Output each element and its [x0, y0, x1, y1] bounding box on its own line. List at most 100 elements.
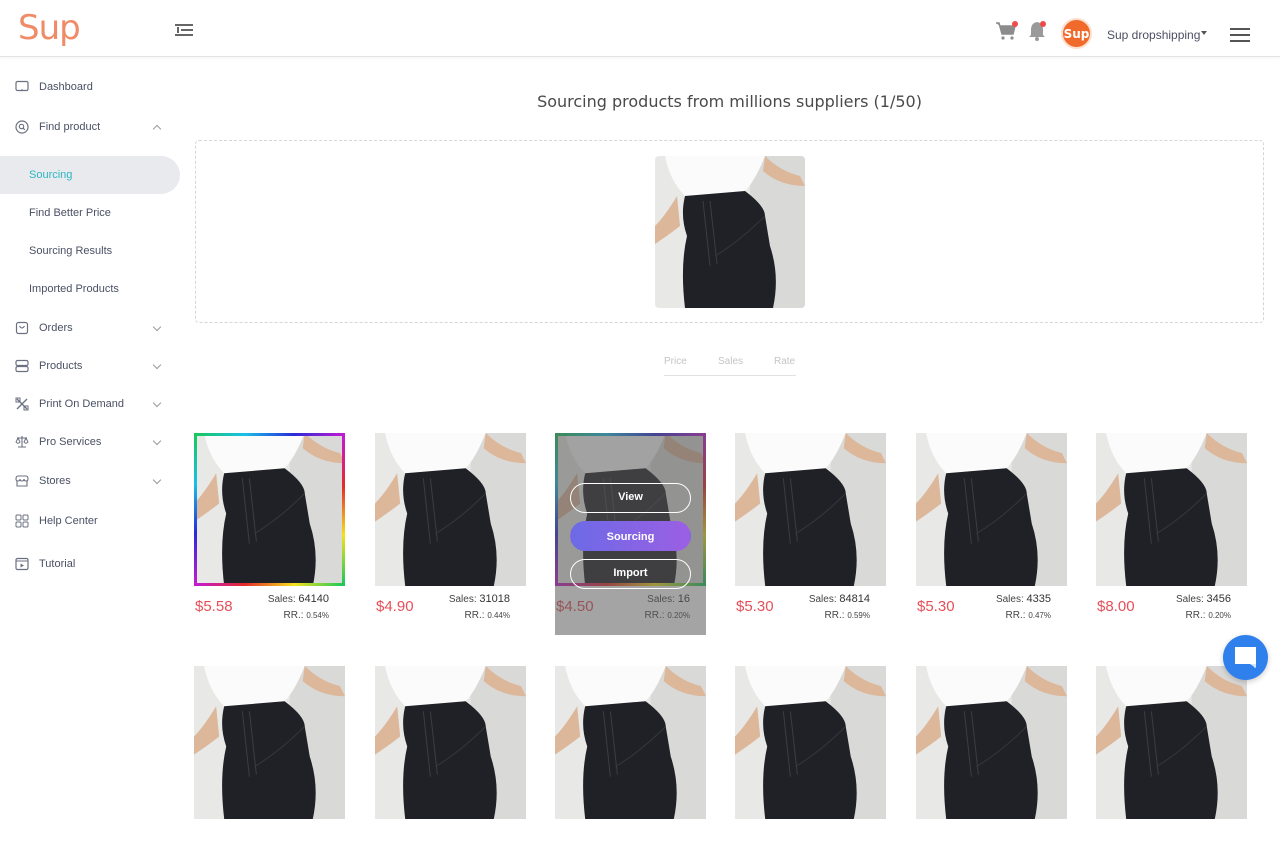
product-card[interactable]: $5.30 Sales: 84814 RR.: 0.59% [735, 433, 886, 635]
product-image[interactable] [375, 666, 526, 819]
chat-icon [1235, 647, 1256, 668]
sidebar-item-find-product[interactable]: Find product [0, 112, 180, 142]
sort-tab-rate[interactable]: Rate [774, 356, 795, 367]
sales-label: Sales: [995, 594, 1024, 605]
sales-label: Sales: [808, 594, 837, 605]
sales-value: 4335 [1026, 593, 1051, 605]
product-card[interactable] [555, 666, 706, 868]
product-image[interactable] [735, 433, 886, 586]
sidebar-item-pro-services[interactable]: Pro Services [0, 427, 180, 457]
cart-notification-dot [1012, 21, 1018, 27]
sales-label: Sales: [267, 594, 296, 605]
product-rr: RR.: 0.47% [1006, 610, 1051, 621]
sidebar: Dashboard Find product Sourcing Find Bet… [0, 58, 180, 720]
sidebar-item-label: Help Center [39, 515, 98, 527]
rr-label: RR.: [824, 610, 845, 621]
tools-icon [15, 397, 29, 411]
chevron-down-icon [152, 322, 162, 332]
grid-icon [15, 514, 29, 528]
product-image[interactable] [194, 666, 345, 819]
caret-down-icon[interactable] [1201, 31, 1207, 35]
sales-label: Sales: [448, 594, 477, 605]
cart-button[interactable] [995, 20, 1018, 42]
product-price: $5.58 [195, 598, 233, 615]
sidebar-subitem-label: Imported Products [29, 283, 119, 295]
sidebar-item-help-center[interactable]: Help Center [0, 506, 180, 536]
rr-label: RR.: [464, 610, 485, 621]
sidebar-item-stores[interactable]: Stores [0, 466, 180, 496]
sidebar-subitem-sourcing-results[interactable]: Sourcing Results [0, 232, 180, 270]
chevron-down-icon [152, 436, 162, 446]
sidebar-subitem-find-better-price[interactable]: Find Better Price [0, 194, 180, 232]
sidebar-item-orders[interactable]: Orders [0, 313, 180, 343]
rr-label: RR.: [1185, 610, 1206, 621]
product-card[interactable] [916, 666, 1067, 868]
chat-button[interactable] [1223, 635, 1268, 680]
rr-value: 0.20% [1208, 611, 1231, 620]
import-button[interactable]: Import [570, 559, 691, 589]
product-card[interactable] [1096, 666, 1247, 868]
uploaded-product-image [655, 156, 805, 308]
sales-value: 31018 [479, 593, 510, 605]
view-button[interactable]: View [570, 483, 691, 513]
sidebar-item-label: Orders [39, 322, 73, 334]
product-card[interactable] [735, 666, 886, 868]
product-sales: Sales: 84814 [809, 593, 870, 605]
product-image[interactable] [375, 433, 526, 586]
product-card[interactable]: $5.58 Sales: 64140 RR.: 0.54% [194, 433, 345, 635]
sales-label: Sales: [1175, 594, 1204, 605]
sidebar-subitem-label: Sourcing Results [29, 245, 113, 257]
store-icon [15, 475, 29, 487]
notifications-button[interactable] [1027, 20, 1049, 42]
sidebar-item-label: Dashboard [39, 81, 93, 93]
sidebar-item-tutorial[interactable]: Tutorial [0, 549, 180, 579]
product-card[interactable]: $4.50 Sales: 16 RR.: 0.20% View Sourcing… [555, 433, 706, 635]
logo[interactable]: Sup [18, 8, 81, 48]
product-image[interactable] [1096, 666, 1247, 819]
sort-tab-sales[interactable]: Sales [718, 356, 743, 367]
sidebar-item-products[interactable]: Products [0, 351, 180, 381]
sidebar-subitem-imported-products[interactable]: Imported Products [0, 270, 180, 308]
rr-value: 0.44% [487, 611, 510, 620]
product-sales: Sales: 4335 [996, 593, 1051, 605]
sidebar-item-label: Pro Services [39, 436, 102, 448]
avatar[interactable]: Sup [1061, 18, 1092, 49]
product-card[interactable] [194, 666, 345, 868]
product-image[interactable] [916, 666, 1067, 819]
product-card[interactable]: $8.00 Sales: 3456 RR.: 0.20% [1096, 433, 1247, 635]
sourcing-button[interactable]: Sourcing [570, 521, 691, 551]
product-card[interactable] [375, 666, 526, 868]
product-image[interactable] [735, 666, 886, 819]
rr-value: 0.47% [1028, 611, 1051, 620]
video-icon [15, 557, 29, 571]
product-price: $8.00 [1097, 598, 1135, 615]
server-icon [15, 359, 29, 373]
collapse-sidebar-button[interactable] [175, 22, 193, 38]
sidebar-item-dashboard[interactable]: Dashboard [0, 72, 180, 102]
sidebar-item-print-on-demand[interactable]: Print On Demand [0, 389, 180, 419]
product-card[interactable]: $4.90 Sales: 31018 RR.: 0.44% [375, 433, 526, 635]
product-rr: RR.: 0.59% [825, 610, 870, 621]
product-image[interactable] [194, 433, 345, 586]
sidebar-subitem-label: Find Better Price [29, 207, 111, 219]
hamburger-menu-button[interactable] [1230, 28, 1250, 42]
product-image[interactable] [555, 666, 706, 819]
page-title: Sourcing products from millions supplier… [537, 92, 922, 111]
product-image[interactable] [1096, 433, 1247, 586]
product-sales: Sales: 3456 [1176, 593, 1231, 605]
sidebar-subitem-sourcing[interactable]: Sourcing [0, 156, 180, 194]
user-menu[interactable]: Sup dropshipping [1107, 28, 1200, 42]
product-rr: RR.: 0.44% [465, 610, 510, 621]
sidebar-item-label: Find product [39, 121, 101, 133]
rr-label: RR.: [1005, 610, 1026, 621]
sidebar-item-label: Tutorial [39, 558, 76, 570]
chevron-up-icon [152, 124, 162, 134]
sales-value: 3456 [1206, 593, 1231, 605]
product-image[interactable] [916, 433, 1067, 586]
chevron-down-icon [152, 360, 162, 370]
product-card[interactable]: $5.30 Sales: 4335 RR.: 0.47% [916, 433, 1067, 635]
rr-value: 0.59% [847, 611, 870, 620]
search-circle-icon [15, 120, 29, 134]
sort-tab-price[interactable]: Price [664, 356, 687, 367]
product-price: $5.30 [736, 598, 774, 615]
